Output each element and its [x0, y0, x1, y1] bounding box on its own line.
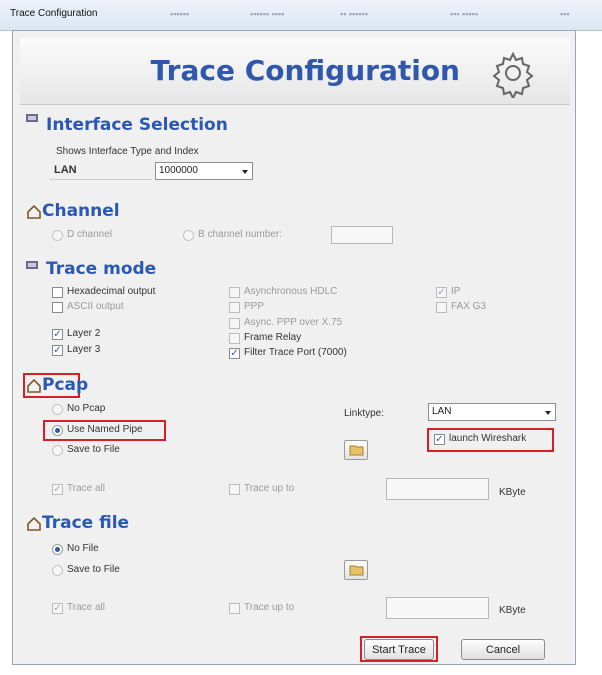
pcap-save-file-radio[interactable] [52, 445, 63, 456]
pcap-icon [27, 378, 41, 393]
ip-label: IP [451, 286, 461, 297]
pcap-trace-up-to-label: Trace up to [244, 483, 295, 494]
trace-file-kbyte-label: KByte [499, 605, 526, 616]
trace-save-file-radio[interactable] [52, 565, 63, 576]
layer3-checkbox[interactable]: ✓ [52, 345, 63, 356]
use-named-pipe-label: Use Named Pipe [67, 424, 143, 435]
b-channel-label: B channel number: [198, 229, 282, 240]
interface-selection-title: Interface Selection [46, 115, 228, 135]
trace-file-trace-all-label: Trace all [67, 602, 105, 613]
cancel-button[interactable]: Cancel [461, 639, 545, 660]
background-column-header: ▪▪▪▪▪▪ ▪▪▪▪ [250, 9, 285, 19]
trace-browse-folder-button[interactable] [344, 560, 368, 580]
trace-file-trace-up-to-checkbox[interactable] [229, 603, 240, 614]
ppp-checkbox[interactable] [229, 302, 240, 313]
no-pcap-label: No Pcap [67, 403, 106, 414]
pcap-trace-size-input[interactable] [386, 478, 489, 500]
pcap-trace-all-label: Trace all [67, 483, 105, 494]
trace-file-trace-up-to-label: Trace up to [244, 602, 295, 613]
d-channel-label: D channel [67, 229, 113, 240]
pcap-trace-all-checkbox[interactable]: ✓ [52, 484, 63, 495]
pcap-trace-up-to-checkbox[interactable] [229, 484, 240, 495]
interface-type-value: LAN [54, 164, 77, 176]
channel-icon [27, 204, 41, 219]
async-ppp-label: Async. PPP over X.75 [244, 317, 343, 328]
linktype-label: Linktype: [344, 408, 385, 419]
interface-type-field[interactable]: LAN [50, 163, 152, 180]
no-file-radio[interactable] [52, 544, 63, 555]
folder-icon [349, 445, 364, 456]
hex-output-label: Hexadecimal output [67, 286, 156, 297]
layer3-label: Layer 3 [67, 344, 101, 355]
interface-index-value: 1000000 [159, 165, 198, 176]
chevron-down-icon [242, 170, 248, 174]
b-channel-number-input[interactable] [331, 226, 393, 244]
b-channel-radio[interactable] [183, 230, 194, 241]
frame-relay-label: Frame Relay [244, 332, 302, 343]
launch-wireshark-label: launch Wireshark [449, 433, 527, 444]
no-file-label: No File [67, 543, 99, 554]
trace-file-size-input[interactable] [386, 597, 489, 619]
trace-file-trace-all-checkbox[interactable]: ✓ [52, 603, 63, 614]
ascii-output-checkbox[interactable] [52, 302, 63, 313]
trace-mode-icon [26, 261, 38, 269]
pcap-kbyte-label: KByte [499, 487, 526, 498]
trace-file-title: Trace file [42, 513, 130, 533]
use-named-pipe-radio[interactable] [52, 425, 63, 436]
trace-mode-title: Trace mode [46, 259, 157, 279]
async-hdlc-label: Asynchronous HDLC [244, 286, 338, 297]
channel-title: Channel [42, 201, 120, 221]
dialog-banner: Trace Configuration [20, 38, 570, 105]
interface-icon [26, 114, 38, 122]
linktype-value: LAN [432, 406, 452, 417]
layer2-checkbox[interactable]: ✓ [52, 329, 63, 340]
async-hdlc-checkbox[interactable] [229, 287, 240, 298]
layer2-label: Layer 2 [67, 328, 101, 339]
async-ppp-checkbox[interactable] [229, 318, 240, 329]
background-column-header: ▪▪▪ [560, 9, 570, 19]
gear-icon [492, 51, 534, 98]
no-pcap-radio[interactable] [52, 404, 63, 415]
interface-index-select[interactable]: 1000000 [155, 162, 253, 180]
pcap-browse-folder-button[interactable] [344, 440, 368, 460]
frame-relay-checkbox[interactable] [229, 333, 240, 344]
ascii-output-label: ASCII output [67, 301, 124, 312]
launch-wireshark-checkbox[interactable]: ✓ [434, 434, 445, 445]
fax-g3-checkbox[interactable] [436, 302, 447, 313]
background-column-header: ▪▪▪ ▪▪▪▪▪ [450, 9, 479, 19]
banner-title: Trace Configuration [150, 54, 460, 87]
chevron-down-icon [545, 411, 551, 415]
folder-icon [349, 565, 364, 576]
trace-file-icon [27, 516, 41, 531]
d-channel-radio[interactable] [52, 230, 63, 241]
background-column-header: ▪▪ ▪▪▪▪▪▪ [340, 9, 369, 19]
window-title: Trace Configuration [10, 8, 98, 19]
interface-subtitle: Shows Interface Type and Index [56, 146, 199, 157]
pcap-title: Pcap [42, 375, 89, 395]
hex-output-checkbox[interactable] [52, 287, 63, 298]
background-column-header: ▪▪▪▪▪▪ [170, 9, 190, 19]
filter-trace-port-checkbox[interactable]: ✓ [229, 348, 240, 359]
pcap-save-file-label: Save to File [67, 444, 120, 455]
ip-checkbox[interactable]: ✓ [436, 287, 447, 298]
filter-trace-port-label: Filter Trace Port (7000) [244, 347, 347, 358]
fax-g3-label: FAX G3 [451, 301, 487, 312]
start-trace-button[interactable]: Start Trace [364, 639, 434, 660]
ppp-label: PPP [244, 301, 265, 312]
window-titlebar: Trace Configuration ▪▪▪▪▪▪ ▪▪▪▪▪▪ ▪▪▪▪ ▪… [0, 0, 602, 31]
trace-save-file-label: Save to File [67, 564, 120, 575]
linktype-select[interactable]: LAN [428, 403, 556, 421]
